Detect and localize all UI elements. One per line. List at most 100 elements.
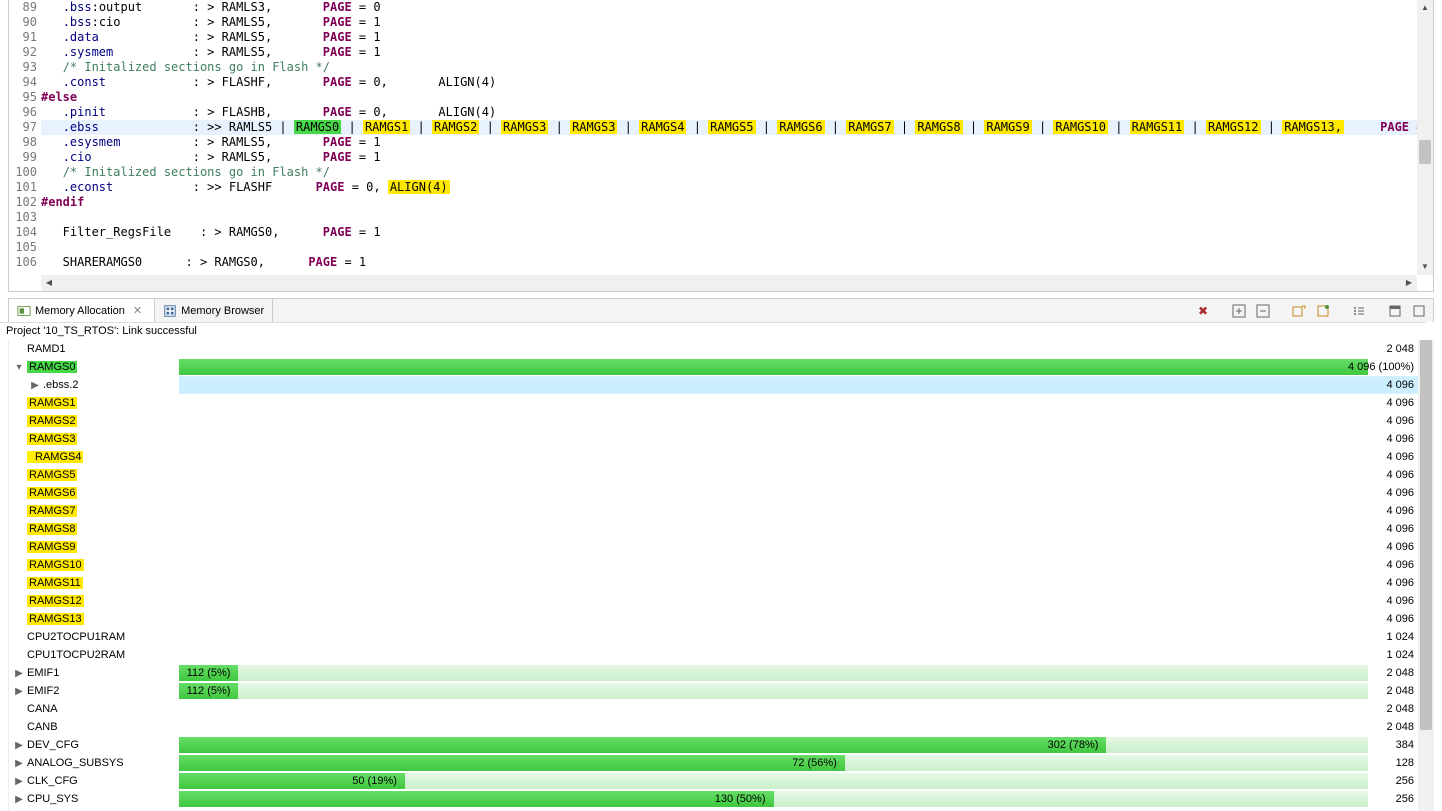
memory-total-size: 2 048 [1386, 718, 1414, 736]
memory-row-ramgs8[interactable]: RAMGS84 096 [9, 520, 1418, 538]
memory-region-name: CPU1TOCPU2RAM [9, 646, 179, 664]
editor-gutter: 8990919293949596979899100101102103104105… [9, 0, 41, 275]
memory-row-cpu1tocpu2ram[interactable]: CPU1TOCPU2RAM 1 024 [9, 646, 1418, 664]
memory-vertical-scrollbar[interactable] [1418, 340, 1434, 811]
expand-all-button[interactable] [1229, 301, 1249, 321]
memory-total-size: 1 024 [1386, 646, 1414, 664]
new-view-button[interactable] [1289, 301, 1309, 321]
remove-button[interactable]: ✖ [1193, 301, 1213, 321]
usage-bar [179, 647, 1368, 663]
memory-row-ramgs0[interactable]: ▾RAMGS04 096 (100%) [9, 358, 1418, 376]
scroll-thumb[interactable] [1420, 340, 1432, 730]
memory-row-canb[interactable]: CANB2 048 [9, 718, 1418, 736]
memory-region-name: CLK_CFG [9, 772, 179, 790]
usage-bar [179, 503, 1368, 519]
memory-total-size: 4 096 [1386, 430, 1414, 448]
memory-total-size: 4 096 [1386, 556, 1414, 574]
memory-row-clk-cfg[interactable]: ▶CLK_CFG50 (19%)256 [9, 772, 1418, 790]
memory-rows-container: RAMD12 048▾RAMGS04 096 (100%)▶.ebss.24 0… [9, 340, 1418, 811]
memory-total-size: 4 096 [1386, 376, 1414, 394]
panel-toolbar: ✖ [1193, 301, 1433, 321]
memory-row-ramgs13[interactable]: RAMGS134 096 [9, 610, 1418, 628]
memory-total-size: 256 [1396, 790, 1414, 808]
memory-row-ramgs10[interactable]: RAMGS104 096 [9, 556, 1418, 574]
scroll-up-arrow-icon[interactable]: ▲ [1417, 0, 1433, 16]
usage-bar [179, 377, 1368, 393]
scroll-thumb[interactable] [1419, 140, 1431, 164]
memory-row-emif1[interactable]: ▶EMIF1112 (5%)2 048 [9, 664, 1418, 682]
memory-region-name: RAMGS11 [9, 574, 179, 592]
usage-bar: 112 (5%) [179, 683, 1368, 699]
editor-horizontal-scrollbar[interactable]: ◀ ▶ [41, 275, 1417, 291]
pin-view-button[interactable] [1313, 301, 1333, 321]
memory-row-ramgs5[interactable]: RAMGS54 096 [9, 466, 1418, 484]
collapse-all-button[interactable] [1253, 301, 1273, 321]
tab-memory-allocation[interactable]: Memory Allocation ✕ [9, 299, 155, 323]
usage-bar: 302 (78%) [179, 737, 1368, 753]
memory-row-ramgs9[interactable]: RAMGS94 096 [9, 538, 1418, 556]
usage-bar: 72 (56%) [179, 755, 1368, 771]
memory-row-emif2[interactable]: ▶EMIF2112 (5%)2 048 [9, 682, 1418, 700]
memory-total-size: 4 096 [1386, 592, 1414, 610]
tab-label: Memory Allocation [35, 305, 125, 317]
memory-region-name: .ebss.2 [9, 376, 179, 394]
usage-bar [179, 431, 1368, 447]
memory-allocation-icon [17, 304, 31, 318]
memory-row-ramgs6[interactable]: RAMGS64 096 [9, 484, 1418, 502]
memory-total-size: 4 096 [1386, 538, 1414, 556]
usage-bar [179, 575, 1368, 591]
memory-total-size: 4 096 [1386, 394, 1414, 412]
memory-browser-icon [163, 304, 177, 318]
memory-total-size: 4 096 [1386, 484, 1414, 502]
memory-region-name: RAMGS2 [9, 412, 179, 430]
memory-row-ramgs1[interactable]: RAMGS1 4 096 [9, 394, 1418, 412]
maximize-panel-button[interactable] [1409, 301, 1429, 321]
memory-row-cpu-sys[interactable]: ▶CPU_SYS130 (50%)256 [9, 790, 1418, 808]
memory-row-dev-cfg[interactable]: ▶DEV_CFG302 (78%)384 [9, 736, 1418, 754]
tab-memory-browser[interactable]: Memory Browser [155, 299, 273, 323]
memory-row-cana[interactable]: CANA2 048 [9, 700, 1418, 718]
memory-total-size: 4 096 [1386, 466, 1414, 484]
memory-row-ramgs3[interactable]: RAMGS34 096 [9, 430, 1418, 448]
usage-bar [179, 485, 1368, 501]
editor-vertical-scrollbar[interactable]: ▲ ▼ [1417, 0, 1433, 275]
usage-bar [179, 449, 1368, 465]
memory-total-size: 256 [1396, 772, 1414, 790]
scroll-down-arrow-icon[interactable]: ▼ [1417, 259, 1433, 275]
memory-total-size: 4 096 [1386, 610, 1414, 628]
memory-region-name: RAMGS12 [9, 592, 179, 610]
scroll-left-arrow-icon[interactable]: ◀ [41, 275, 57, 291]
memory-total-size: 4 096 [1386, 412, 1414, 430]
memory-allocation-panel: RAMD12 048▾RAMGS04 096 (100%)▶.ebss.24 0… [8, 340, 1434, 811]
usage-bar: 130 (50%) [179, 791, 1368, 807]
close-tab-icon[interactable]: ✕ [129, 304, 146, 317]
usage-bar [179, 557, 1368, 573]
editor-code-area[interactable]: .bss:output : > RAMLS3, PAGE = 0 .bss:ci… [41, 0, 1417, 275]
view-menu-button[interactable] [1349, 301, 1369, 321]
memory-row-ramd1[interactable]: RAMD1 2 048 [9, 340, 1418, 358]
memory-total-size: 4 096 [1386, 520, 1414, 538]
minimize-panel-button[interactable] [1385, 301, 1405, 321]
scroll-right-arrow-icon[interactable]: ▶ [1401, 275, 1417, 291]
memory-region-name: RAMD1 [9, 340, 179, 358]
memory-row-ramgs2[interactable]: RAMGS2 4 096 [9, 412, 1418, 430]
memory-row-ramgs12[interactable]: RAMGS12 4 096 [9, 592, 1418, 610]
memory-region-name: CPU_SYS [9, 790, 179, 808]
memory-region-name: DEV_CFG [9, 736, 179, 754]
memory-total-size: 1 024 [1386, 628, 1414, 646]
memory-total-size: 4 096 [1386, 502, 1414, 520]
memory-row-cpu2tocpu1ram[interactable]: CPU2TOCPU1RAM1 024 [9, 628, 1418, 646]
memory-region-name: RAMGS7 [9, 502, 179, 520]
usage-bar [179, 593, 1368, 609]
memory-row-ramgs7[interactable]: RAMGS7 4 096 [9, 502, 1418, 520]
usage-bar [179, 629, 1368, 645]
memory-total-size: 2 048 [1386, 340, 1414, 358]
memory-row-analog-subsys[interactable]: ▶ANALOG_SUBSYS72 (56%)128 [9, 754, 1418, 772]
memory-total-size: 128 [1396, 754, 1414, 772]
memory-region-name: RAMGS0 [9, 358, 179, 376]
memory-row-ramgs11[interactable]: RAMGS114 096 [9, 574, 1418, 592]
memory-region-name: RAMGS1 [9, 394, 179, 412]
memory-row-ramgs4[interactable]: RAMGS44 096 [9, 448, 1418, 466]
memory-row--ebss-2[interactable]: ▶.ebss.24 096 [9, 376, 1418, 394]
code-editor[interactable]: 8990919293949596979899100101102103104105… [8, 0, 1434, 292]
